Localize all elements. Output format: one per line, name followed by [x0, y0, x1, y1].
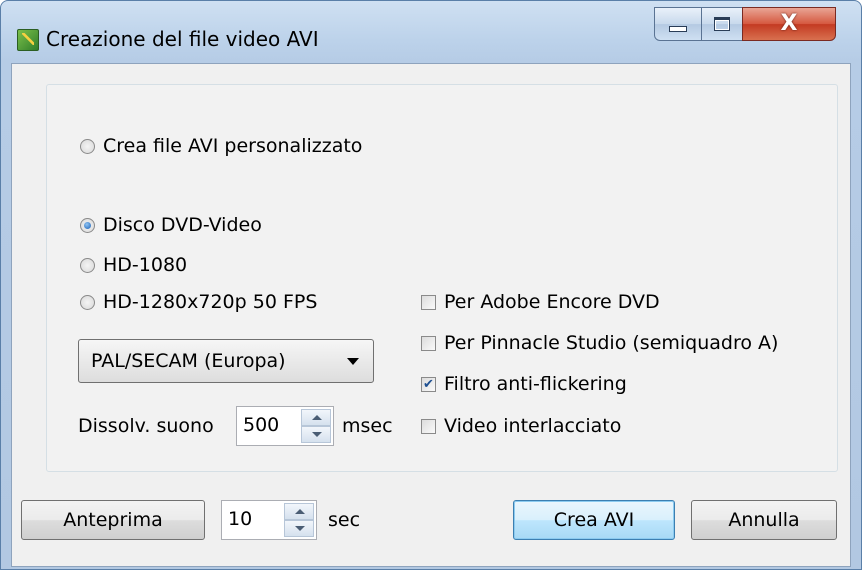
- checkbox-pinnacle-label: Per Pinnacle Studio (semiquadro A): [444, 332, 779, 354]
- radio-hd720[interactable]: HD-1280x720p 50 FPS: [80, 291, 317, 313]
- sound-fade-label: Dissolv. suono: [78, 415, 214, 437]
- checkbox-anti-flicker-box[interactable]: ✔: [421, 376, 436, 392]
- region-select[interactable]: PAL/SECAM (Europa): [78, 339, 374, 383]
- dialog-window: Creazione del file video AVI X Crea file…: [0, 0, 862, 570]
- checkbox-interlaced-box[interactable]: [421, 418, 436, 434]
- region-select-value: PAL/SECAM (Europa): [91, 350, 286, 372]
- maximize-icon: [714, 17, 730, 31]
- radio-hd720-indicator[interactable]: [80, 294, 95, 310]
- radio-custom-avi[interactable]: Crea file AVI personalizzato: [80, 135, 362, 157]
- radio-dvd-video-label: Disco DVD-Video: [103, 214, 262, 236]
- checkbox-pinnacle-box[interactable]: [421, 335, 436, 351]
- app-icon: [17, 29, 39, 51]
- radio-hd1080[interactable]: HD-1080: [80, 254, 187, 276]
- radio-custom-avi-indicator[interactable]: [80, 138, 95, 154]
- maximize-button[interactable]: [701, 7, 743, 41]
- checkbox-adobe-encore-box[interactable]: [421, 294, 436, 310]
- checkbox-anti-flicker[interactable]: ✔ Filtro anti-flickering: [421, 373, 627, 395]
- radio-dvd-video-indicator[interactable]: [80, 217, 95, 233]
- create-avi-button[interactable]: Crea AVI: [513, 500, 675, 540]
- checkbox-interlaced-label: Video interlacciato: [444, 415, 622, 437]
- minimize-button[interactable]: [654, 7, 702, 41]
- sound-fade-spinner[interactable]: 500: [236, 406, 334, 446]
- sound-fade-unit: msec: [342, 415, 393, 437]
- title-bar[interactable]: Creazione del file video AVI X: [1, 1, 861, 63]
- minimize-icon: [669, 26, 687, 32]
- window-title: Creazione del file video AVI: [46, 27, 319, 51]
- spin-down-icon[interactable]: [301, 426, 331, 443]
- radio-dvd-video[interactable]: Disco DVD-Video: [80, 214, 262, 236]
- checkbox-interlaced[interactable]: Video interlacciato: [421, 415, 621, 437]
- preview-seconds-unit: sec: [328, 509, 361, 531]
- close-button[interactable]: X: [742, 7, 836, 41]
- checkbox-anti-flicker-label: Filtro anti-flickering: [444, 373, 627, 395]
- radio-hd720-label: HD-1280x720p 50 FPS: [103, 291, 318, 313]
- spin-up-icon[interactable]: [301, 409, 331, 426]
- checkbox-adobe-encore[interactable]: Per Adobe Encore DVD: [421, 291, 660, 313]
- preview-seconds-spinner[interactable]: 10: [221, 500, 317, 540]
- radio-hd1080-label: HD-1080: [103, 254, 188, 276]
- spin-down-icon[interactable]: [284, 520, 314, 537]
- close-icon: X: [780, 11, 798, 36]
- radio-hd1080-indicator[interactable]: [80, 257, 95, 273]
- chevron-down-icon: [347, 358, 359, 365]
- radio-custom-avi-label: Crea file AVI personalizzato: [103, 135, 363, 157]
- preview-seconds-value[interactable]: 10: [228, 508, 252, 530]
- checkbox-pinnacle[interactable]: Per Pinnacle Studio (semiquadro A): [421, 332, 778, 354]
- sound-fade-value[interactable]: 500: [243, 414, 279, 436]
- spin-up-icon[interactable]: [284, 503, 314, 520]
- preview-button[interactable]: Anteprima: [21, 500, 205, 540]
- checkbox-adobe-encore-label: Per Adobe Encore DVD: [444, 291, 660, 313]
- cancel-button[interactable]: Annulla: [691, 500, 837, 540]
